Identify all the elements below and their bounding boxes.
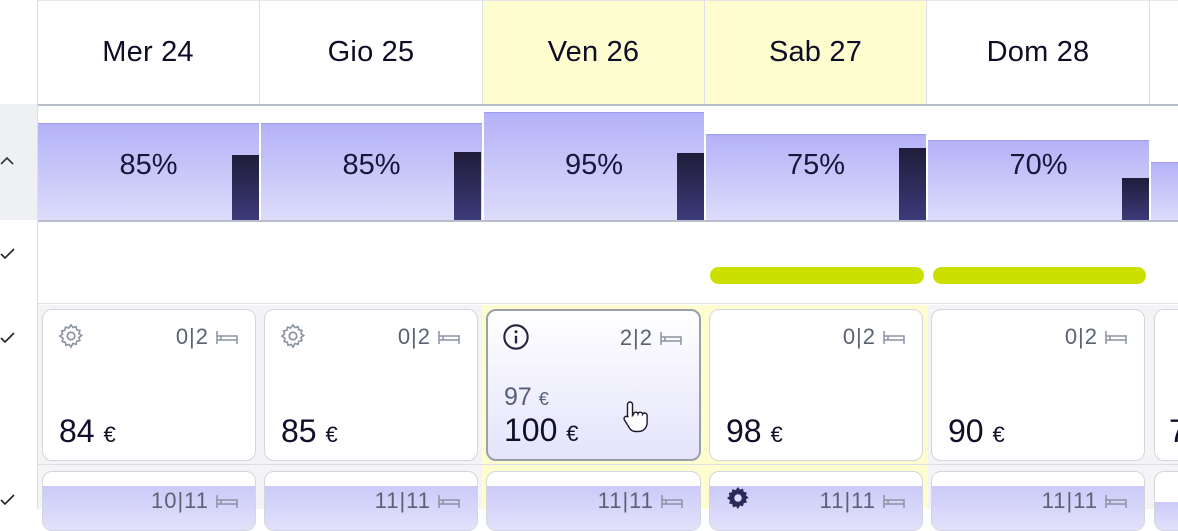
previous-price: 97 € [504,383,549,412]
bed-icon [661,495,683,508]
hand-cursor-icon [623,401,648,433]
availability: 11|11 [1042,488,1128,514]
availability-count: 0|2 [842,324,876,349]
availability-count: 0|2 [1064,324,1098,349]
availability: 0|2 [843,324,906,350]
day-label: Ven 26 [547,36,640,68]
price-amount: 84 [59,413,95,449]
price-amount: 100 [504,412,558,448]
room-card[interactable]: 11|11 [486,471,701,531]
bed-icon [216,495,238,508]
occupancy-secondary-bar [1122,178,1149,220]
room-card[interactable]: 11|11 [264,471,478,531]
availability-count: 11|11 [374,488,431,513]
occupancy-value: 70% [1009,148,1068,181]
bed-icon [438,331,460,344]
currency: € [992,422,1005,447]
day-header-gio-25[interactable]: Gio 25 [260,0,483,104]
event-bar[interactable] [933,267,1146,284]
occupancy-divider [0,220,1178,222]
check-icon[interactable] [0,246,16,262]
currency: € [566,421,579,446]
availability-count: 10|11 [150,488,209,513]
price-card-partial[interactable]: 7 [1154,309,1178,461]
availability: 11|11 [820,488,906,514]
bed-icon [1105,331,1127,344]
gear-icon[interactable] [57,322,85,350]
currency: € [325,422,338,447]
room-card-partial[interactable] [1154,471,1178,531]
price-value: 84 € [59,413,116,450]
occupancy-value: 85% [342,148,401,181]
price-amount: 98 [726,413,762,449]
availability: 11|11 [598,488,684,514]
day-label: Gio 25 [327,36,415,68]
price-card[interactable]: 0|2 90 € [931,309,1145,461]
currency: € [103,422,116,447]
gear-icon[interactable] [279,322,307,350]
bed-icon [1105,495,1127,508]
day-header-mer-24[interactable]: Mer 24 [37,0,260,104]
info-icon[interactable] [502,323,530,351]
bed-icon [660,332,682,345]
day-label: Sab 27 [768,36,863,68]
events-row [0,221,1178,303]
bed-icon [883,331,905,344]
price-amount: 90 [948,413,984,449]
availability: 0|2 [398,324,461,350]
room-card[interactable]: 11|11 [709,471,923,531]
price-card[interactable]: 0|2 98 € [709,309,923,461]
occupancy-value: 75% [786,148,846,181]
chevron-up-icon[interactable] [0,153,16,169]
previous-price-amount: 97 [504,383,532,411]
day-header-dom-28[interactable]: Dom 28 [927,0,1150,104]
availability-count: 11|11 [1041,488,1098,513]
price-card-selected[interactable]: 2|2 97 € 100 € [486,309,701,461]
gear-icon[interactable] [724,484,752,512]
price-amount: 7 [1169,413,1178,449]
occupancy-value: 95% [564,148,624,181]
price-value: 98 € [726,413,783,450]
day-label: Mer 24 [102,36,194,68]
header-divider [0,104,1178,106]
price-card[interactable]: 0|2 85 € [264,309,478,461]
room-card[interactable]: 11|11 [931,471,1145,531]
check-icon[interactable] [0,330,16,346]
check-icon[interactable] [0,492,16,508]
availability-count: 0|2 [175,324,209,349]
availability: 0|2 [176,324,239,350]
price-card[interactable]: 0|2 84 € [42,309,256,461]
availability-count: 2|2 [619,325,653,350]
availability-count: 11|11 [597,488,654,513]
room-card[interactable]: 10|11 [42,471,256,531]
price-value: 100 € [504,412,579,449]
day-header-sab-27[interactable]: Sab 27 [705,0,927,104]
room-card-fill [1155,502,1178,530]
price-amount: 85 [281,413,317,449]
occupancy-bar [1151,162,1178,220]
availability-count: 0|2 [397,324,431,349]
currency: € [770,422,783,447]
occupancy-value: 85% [119,148,178,181]
price-value: 7 [1169,413,1178,450]
row-divider [0,303,1178,304]
bed-icon [216,331,238,344]
gutter-divider [37,0,38,509]
availability: 11|11 [375,488,461,514]
bed-icon [883,495,905,508]
availability: 0|2 [1065,324,1128,350]
event-bar[interactable] [710,267,924,284]
day-label: Dom 28 [986,36,1090,68]
bed-icon [438,495,460,508]
availability-count: 11|11 [819,488,876,513]
day-header-ven-26[interactable]: Ven 26 [483,0,705,104]
day-header-next[interactable] [1150,0,1178,104]
price-value: 90 € [948,413,1005,450]
availability: 10|11 [151,488,239,514]
row-divider [0,464,1178,465]
availability: 2|2 [620,325,683,351]
currency: € [538,389,549,409]
price-value: 85 € [281,413,338,450]
